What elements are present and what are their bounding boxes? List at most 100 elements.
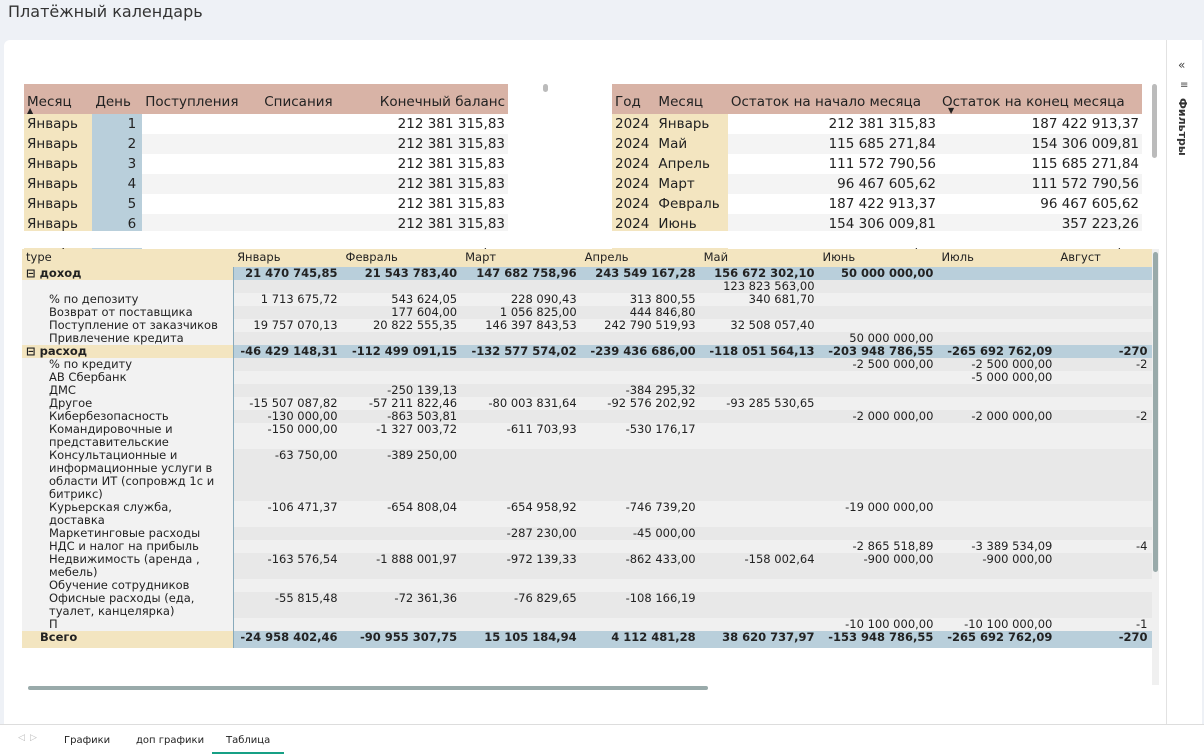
tab-table[interactable]: Таблица bbox=[212, 725, 285, 754]
collapse-icon[interactable]: « bbox=[1178, 58, 1185, 72]
table-cell bbox=[1056, 527, 1152, 540]
group-row[interactable]: ⊟ доход 21 470 745,85 21 543 783,40 147 682… bbox=[22, 267, 1152, 280]
col-header[interactable]: Апрель bbox=[580, 249, 700, 267]
table-row[interactable]: Январь 1 212 381 315,83 bbox=[24, 114, 508, 134]
table-row[interactable]: Январь 5 212 381 315,83 bbox=[24, 194, 508, 214]
table-cell bbox=[233, 618, 342, 631]
table-row[interactable]: Командировочные и представительские -150 … bbox=[22, 423, 1152, 449]
table-row[interactable]: 123 823 563,00 bbox=[22, 280, 1152, 293]
collapse-icon[interactable]: ⊟ bbox=[26, 267, 40, 280]
table-cell bbox=[261, 114, 351, 134]
table-cell: Март bbox=[655, 174, 728, 194]
group-label[interactable]: ⊟ доход bbox=[22, 267, 234, 280]
table-row[interactable]: 2024 Май 115 685 271,84 154 306 009,81 bbox=[612, 134, 1142, 154]
table-cell: -270 bbox=[1056, 345, 1152, 358]
table-cell: -611 703,93 bbox=[461, 423, 581, 449]
next-arrow-icon[interactable]: ▷ bbox=[30, 733, 37, 743]
table-row[interactable]: Январь 3 212 381 315,83 bbox=[24, 154, 508, 174]
table-row[interactable]: Привлечение кредита 50 000 000,00 bbox=[22, 332, 1152, 345]
group-label[interactable]: ⊟ расход bbox=[22, 345, 234, 358]
table-row[interactable]: П -10 100 000,00 -10 100 000,00 -1 bbox=[22, 618, 1152, 631]
table-cell bbox=[1056, 553, 1152, 579]
table-row[interactable]: Другое -15 507 087,82 -57 211 822,46 -80 00… bbox=[22, 397, 1152, 410]
table-cell: 5 bbox=[92, 194, 143, 214]
col-header[interactable]: Месяц bbox=[24, 84, 93, 114]
table-cell: Январь bbox=[655, 114, 728, 134]
filters-panel[interactable]: « ≡ Фильтры bbox=[1166, 40, 1202, 724]
col-header[interactable]: Год bbox=[612, 84, 656, 114]
col-header[interactable]: Август bbox=[1056, 249, 1152, 267]
table-cell: 21 470 745,85 bbox=[233, 267, 342, 280]
sort-desc-icon[interactable]: ▼ bbox=[948, 106, 954, 115]
table-row[interactable]: Консультационные и информационные услуги… bbox=[22, 449, 1152, 501]
table-cell bbox=[1056, 319, 1152, 332]
table-cell bbox=[261, 134, 351, 154]
page-title: Платёжный календарь bbox=[8, 2, 203, 21]
col-header[interactable]: День bbox=[92, 84, 143, 114]
table-cell bbox=[233, 332, 342, 345]
table-row[interactable]: ДМС -250 139,13 -384 295,32 bbox=[22, 384, 1152, 397]
col-header[interactable]: Июнь bbox=[818, 249, 938, 267]
table-row[interactable]: Офисные расходы (еда, туалет, канцелярка… bbox=[22, 592, 1152, 618]
table-row[interactable]: Обучение сотрудников bbox=[22, 579, 1152, 592]
sort-asc-icon[interactable]: ▲ bbox=[27, 106, 33, 115]
col-header[interactable]: Март bbox=[461, 249, 581, 267]
table-row[interactable]: 2024 Март 96 467 605,62 111 572 790,56 bbox=[612, 174, 1142, 194]
col-header[interactable]: Июль bbox=[937, 249, 1057, 267]
table-cell: -265 692 762,09 bbox=[937, 345, 1057, 358]
table-cell: -112 499 091,15 bbox=[341, 345, 462, 358]
filters-label[interactable]: Фильтры bbox=[1176, 98, 1189, 156]
row-label: Командировочные и представительские bbox=[22, 423, 234, 449]
table-row[interactable]: Недвижимость (аренда , мебель) -163 576,5… bbox=[22, 553, 1152, 579]
scrollbar[interactable] bbox=[1152, 84, 1157, 158]
table-row[interactable]: Кибербезопасность -130 000,00 -863 503,81 -… bbox=[22, 410, 1152, 423]
tab-charts[interactable]: Графики bbox=[50, 725, 124, 754]
col-header[interactable]: Май bbox=[699, 249, 819, 267]
table-row[interactable]: 2024 Апрель 111 572 790,56 115 685 271,84 bbox=[612, 154, 1142, 174]
col-header[interactable]: Январь bbox=[233, 249, 342, 267]
table-cell: -15 507 087,82 bbox=[233, 397, 342, 410]
table-row[interactable]: АВ Сбербанк -5 000 000,00 bbox=[22, 371, 1152, 384]
table-cell bbox=[1056, 371, 1152, 384]
col-header[interactable]: Остаток на начало месяца bbox=[727, 84, 939, 114]
tab-extra-charts[interactable]: доп графики bbox=[122, 725, 218, 754]
group-row[interactable]: ⊟ расход -46 429 148,31 -112 499 091,15 -13… bbox=[22, 345, 1152, 358]
table-row[interactable]: Январь 2 212 381 315,83 bbox=[24, 134, 508, 154]
col-header[interactable]: Февраль bbox=[341, 249, 462, 267]
col-header[interactable]: type bbox=[22, 249, 234, 267]
table-cell bbox=[1056, 306, 1152, 319]
scrollbar-thumb[interactable] bbox=[1153, 252, 1158, 572]
table-row[interactable]: % по депозиту 1 713 675,72 543 624,05 228 0… bbox=[22, 293, 1152, 306]
table-row[interactable]: 2024 Февраль 187 422 913,37 96 467 605,62 bbox=[612, 194, 1142, 214]
col-header[interactable]: Поступления bbox=[142, 84, 262, 114]
table-row[interactable]: Курьерская служба, доставка -106 471,37 -6… bbox=[22, 501, 1152, 527]
table-cell: 154 306 009,81 bbox=[938, 134, 1142, 154]
col-header[interactable]: Конечный баланс bbox=[350, 84, 508, 114]
table-row[interactable]: Поступление от заказчиков 19 757 070,13 20… bbox=[22, 319, 1152, 332]
horizontal-scrollbar[interactable] bbox=[28, 686, 708, 690]
table-cell: -972 139,33 bbox=[461, 553, 581, 579]
table-cell bbox=[233, 306, 342, 319]
table-cell: -72 361,36 bbox=[341, 592, 462, 618]
col-header[interactable]: Месяц bbox=[655, 84, 728, 114]
table-row[interactable]: НДС и налог на прибыль -2 865 518,89 -3 38… bbox=[22, 540, 1152, 553]
filter-icon[interactable]: ≡ bbox=[1180, 80, 1188, 91]
table-row[interactable]: Маркетинговые расходы -287 230,00 -45 000,… bbox=[22, 527, 1152, 540]
table-row[interactable]: 2024 Январь 212 381 315,83 187 422 913,37 bbox=[612, 114, 1142, 134]
table-cell: 212 381 315,83 bbox=[727, 114, 939, 134]
table-cell: 242 790 519,93 bbox=[580, 319, 700, 332]
scrollbar[interactable] bbox=[543, 84, 548, 92]
table-cell: 20 822 555,35 bbox=[341, 319, 462, 332]
table-cell: -153 948 786,55 bbox=[818, 631, 938, 648]
table-cell bbox=[818, 423, 938, 449]
prev-arrow-icon[interactable]: ◁ bbox=[18, 733, 25, 743]
col-header[interactable]: Списания bbox=[261, 84, 351, 114]
col-header[interactable]: Остаток на конец месяца bbox=[938, 84, 1142, 114]
sheet-tabs: ◁ ▷ Графики доп графики Таблица bbox=[0, 724, 1204, 754]
table-cell: -389 250,00 bbox=[341, 449, 462, 501]
row-label: Маркетинговые расходы bbox=[22, 527, 234, 540]
collapse-icon[interactable]: ⊟ bbox=[26, 345, 40, 358]
table-row[interactable]: % по кредиту -2 500 000,00 -2 500 000,00 -2 bbox=[22, 358, 1152, 371]
table-row[interactable]: Январь 4 212 381 315,83 bbox=[24, 174, 508, 194]
table-row[interactable]: Возврат от поставщика 177 604,00 1 056 825… bbox=[22, 306, 1152, 319]
